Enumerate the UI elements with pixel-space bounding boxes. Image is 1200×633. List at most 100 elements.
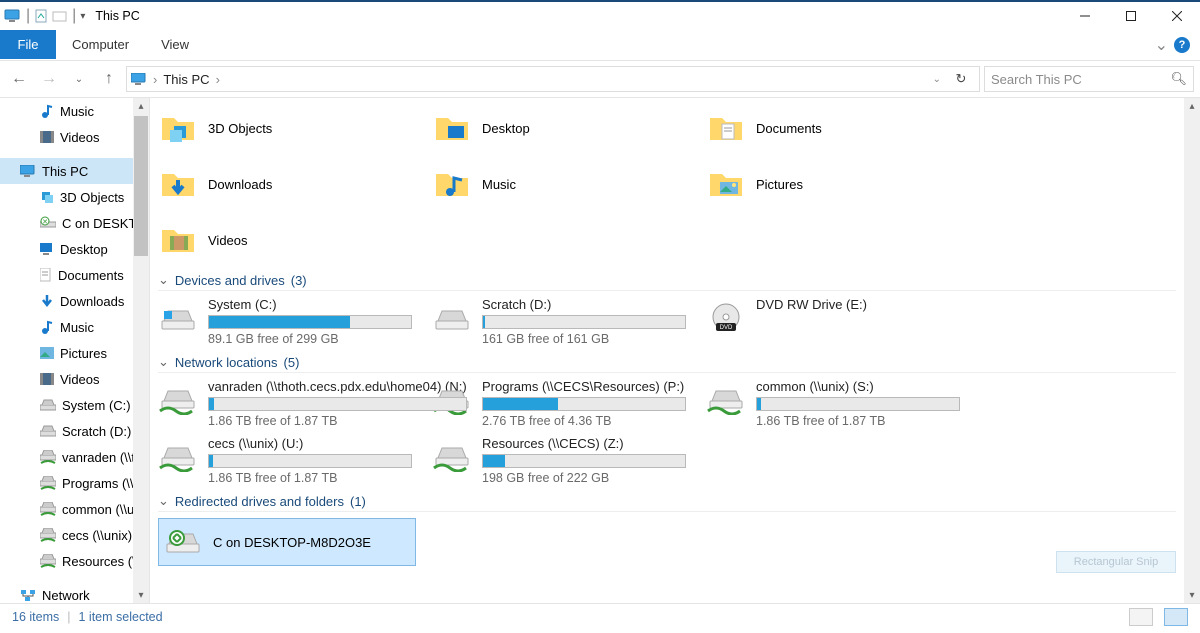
up-button[interactable]: ↑ bbox=[96, 66, 122, 92]
content-pane: 3D Objects Desktop Documents Downloads M… bbox=[150, 98, 1200, 603]
nav-item[interactable]: Music bbox=[0, 314, 149, 340]
nav-item[interactable]: Desktop bbox=[0, 236, 149, 262]
breadcrumb-thispc[interactable]: This PC bbox=[163, 72, 209, 87]
drive-item[interactable]: System (C:) 89.1 GB free of 299 GB bbox=[158, 297, 412, 346]
folder-item[interactable]: Music bbox=[432, 160, 686, 208]
free-space: 161 GB free of 161 GB bbox=[482, 332, 686, 346]
thispc-icon bbox=[20, 165, 36, 177]
group-label: Redirected drives and folders bbox=[175, 494, 344, 509]
drive-item[interactable]: common (\\unix) (S:) 1.86 TB free of 1.8… bbox=[706, 379, 960, 428]
group-network[interactable]: ⌄ Network locations (5) bbox=[158, 354, 1176, 373]
network-icon bbox=[20, 588, 36, 602]
scroll-thumb[interactable] bbox=[134, 116, 148, 256]
status-selected: 1 item selected bbox=[79, 610, 163, 624]
nav-item[interactable]: cecs (\\unix) (U:) bbox=[0, 522, 149, 548]
remote-icon: ✕ bbox=[40, 216, 56, 230]
netdrive-icon bbox=[40, 502, 56, 516]
forward-button[interactable]: → bbox=[36, 66, 62, 92]
item-label: C on DESKTOP-M8D2O3E bbox=[213, 535, 371, 550]
qat-dropdown-icon[interactable]: ▾ bbox=[80, 11, 85, 22]
nav-label: System (C:) bbox=[62, 398, 131, 413]
nav-item[interactable]: System (C:) bbox=[0, 392, 149, 418]
folder-item[interactable]: Pictures bbox=[706, 160, 960, 208]
group-redirected[interactable]: ⌄ Redirected drives and folders (1) bbox=[158, 493, 1176, 512]
nav-label: Network bbox=[42, 588, 90, 603]
nav-scrollbar[interactable]: ▴ ▾ bbox=[133, 98, 149, 603]
help-icon[interactable]: ? bbox=[1174, 37, 1190, 53]
nav-label: Desktop bbox=[60, 242, 108, 257]
properties-icon[interactable] bbox=[34, 8, 50, 24]
refresh-button[interactable]: ↻ bbox=[947, 71, 975, 87]
close-button[interactable] bbox=[1154, 1, 1200, 31]
group-label: Network locations bbox=[175, 355, 278, 370]
drive-item[interactable]: Scratch (D:) 161 GB free of 161 GB bbox=[432, 297, 686, 346]
drive-item[interactable]: DVD DVD RW Drive (E:) bbox=[706, 297, 960, 346]
back-button[interactable]: ← bbox=[6, 66, 32, 92]
nav-item[interactable]: Scratch (D:) bbox=[0, 418, 149, 444]
folder-item[interactable]: 3D Objects bbox=[158, 104, 412, 152]
folder-item[interactable]: Downloads bbox=[158, 160, 412, 208]
remote-drive-icon bbox=[163, 522, 203, 562]
search-input[interactable]: Search This PC 🔍︎ bbox=[984, 66, 1194, 92]
view-details-button[interactable] bbox=[1129, 608, 1153, 626]
nav-item[interactable]: Pictures bbox=[0, 340, 149, 366]
nav-label: Videos bbox=[60, 372, 100, 387]
drive-item[interactable]: Resources (\\CECS) (Z:) 198 GB free of 2… bbox=[432, 436, 686, 485]
nav-item[interactable]: vanraden (\\thoth bbox=[0, 444, 149, 470]
nav-thispc[interactable]: This PC bbox=[0, 158, 149, 184]
folder-item[interactable]: Videos bbox=[158, 216, 412, 264]
nav-item[interactable]: Videos bbox=[0, 124, 149, 150]
folder-label: Desktop bbox=[482, 121, 530, 136]
scroll-up-icon[interactable]: ▴ bbox=[1184, 98, 1200, 114]
nav-item[interactable]: ✕ C on DESKTOP-M bbox=[0, 210, 149, 236]
chevron-right-icon[interactable]: › bbox=[153, 72, 157, 87]
ribbon-collapse-icon[interactable]: ⌄ bbox=[1155, 35, 1168, 55]
nav-item[interactable]: Downloads bbox=[0, 288, 149, 314]
scroll-down-icon[interactable]: ▾ bbox=[1184, 587, 1200, 603]
scroll-down-icon[interactable]: ▾ bbox=[133, 587, 149, 603]
folder-item[interactable]: Documents bbox=[706, 104, 960, 152]
thispc-icon bbox=[4, 9, 22, 23]
new-folder-icon[interactable] bbox=[52, 9, 68, 23]
title-bar: | | ▾ This PC bbox=[0, 0, 1200, 30]
folder-item[interactable]: Desktop bbox=[432, 104, 686, 152]
recent-dropdown[interactable]: ⌄ bbox=[66, 66, 92, 92]
file-tab[interactable]: File bbox=[0, 30, 56, 59]
address-bar[interactable]: › This PC › ⌄ ↻ bbox=[126, 66, 980, 92]
drive-name: Scratch (D:) bbox=[482, 297, 686, 312]
nav-item[interactable]: Resources (\\CEC bbox=[0, 548, 149, 574]
nav-item[interactable]: Documents bbox=[0, 262, 149, 288]
nav-item[interactable]: Videos bbox=[0, 366, 149, 392]
desktop-icon bbox=[432, 108, 472, 148]
nav-item[interactable]: 3D Objects bbox=[0, 184, 149, 210]
scroll-up-icon[interactable]: ▴ bbox=[133, 98, 149, 114]
usage-bar bbox=[208, 315, 412, 329]
redirected-item[interactable]: C on DESKTOP-M8D2O3E bbox=[158, 518, 416, 566]
content-scrollbar[interactable]: ▴ ▾ bbox=[1184, 98, 1200, 603]
view-tiles-button[interactable] bbox=[1164, 608, 1188, 626]
group-label: Devices and drives bbox=[175, 273, 285, 288]
nav-item[interactable]: Programs (\\CECS bbox=[0, 470, 149, 496]
nav-network[interactable]: Network bbox=[0, 582, 149, 603]
tab-view[interactable]: View bbox=[145, 30, 205, 59]
drive-name: common (\\unix) (S:) bbox=[756, 379, 960, 394]
maximize-button[interactable] bbox=[1108, 1, 1154, 31]
documents-icon bbox=[706, 108, 746, 148]
drive-item[interactable]: cecs (\\unix) (U:) 1.86 TB free of 1.87 … bbox=[158, 436, 412, 485]
quick-access-toolbar: | | ▾ bbox=[4, 7, 85, 25]
usage-bar bbox=[208, 397, 467, 411]
folder-label: 3D Objects bbox=[208, 121, 272, 136]
tab-computer[interactable]: Computer bbox=[56, 30, 145, 59]
group-count: (1) bbox=[350, 494, 366, 509]
nav-item[interactable]: Music bbox=[0, 98, 149, 124]
drive-item[interactable]: Programs (\\CECS\Resources) (P:) 2.76 TB… bbox=[432, 379, 686, 428]
group-devices[interactable]: ⌄ Devices and drives (3) bbox=[158, 272, 1176, 291]
minimize-button[interactable] bbox=[1062, 1, 1108, 31]
drive-item[interactable]: vanraden (\\thoth.cecs.pdx.edu\home04) (… bbox=[158, 379, 412, 428]
nav-item[interactable]: common (\\unix) bbox=[0, 496, 149, 522]
free-space: 1.86 TB free of 1.87 TB bbox=[208, 414, 467, 428]
window-controls bbox=[1062, 1, 1200, 31]
chevron-right-icon[interactable]: › bbox=[216, 72, 220, 87]
address-dropdown-icon[interactable]: ⌄ bbox=[933, 74, 941, 85]
folder-label: Documents bbox=[756, 121, 822, 136]
